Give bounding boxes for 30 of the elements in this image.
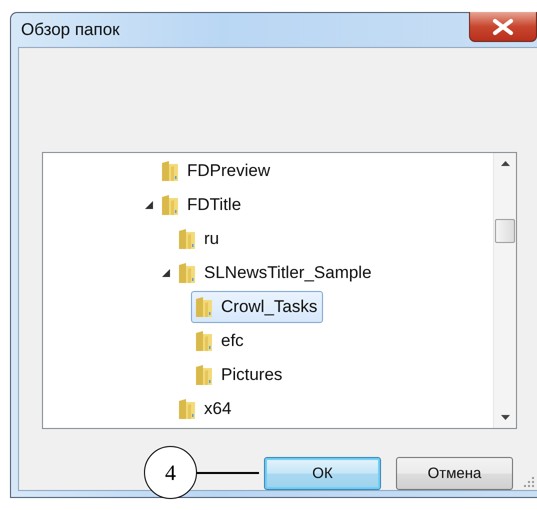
folder-item[interactable]: Crowl_Tasks: [191, 291, 324, 323]
expanded-arrow-icon[interactable]: [145, 201, 153, 209]
expanded-arrow-icon[interactable]: [162, 269, 170, 277]
folder-item[interactable]: x64: [174, 393, 238, 425]
folder-icon: [178, 398, 196, 420]
scrollbar[interactable]: [493, 153, 516, 428]
folder-icon: [161, 160, 179, 182]
leader-line: [197, 472, 259, 474]
folder-item[interactable]: FDPreview: [157, 155, 276, 187]
close-icon: [492, 18, 514, 34]
folder-icon: [178, 262, 196, 284]
close-button[interactable]: [469, 12, 537, 42]
folder-item[interactable]: Pictures: [191, 359, 288, 391]
folder-item[interactable]: SLNewsTitler_Sample: [174, 257, 378, 289]
ok-button[interactable]: ОК: [264, 457, 381, 490]
scroll-thumb[interactable]: [495, 218, 515, 242]
folder-item[interactable]: efc: [191, 325, 250, 357]
folder-icon: [195, 296, 213, 318]
folder-icon: [195, 364, 213, 386]
scroll-up-icon[interactable]: [500, 161, 510, 166]
folder-item[interactable]: FDTitle: [157, 189, 248, 221]
resize-grip-icon[interactable]: [524, 477, 534, 487]
folder-icon: [161, 194, 179, 216]
folder-icon: [178, 228, 196, 250]
folder-item[interactable]: ru: [174, 223, 226, 255]
window-title: Обзор папок: [20, 20, 120, 40]
callout-number: 4: [144, 446, 197, 499]
folder-icon: [195, 330, 213, 352]
scroll-down-icon[interactable]: [500, 415, 510, 420]
cancel-button[interactable]: Отмена: [396, 457, 513, 490]
